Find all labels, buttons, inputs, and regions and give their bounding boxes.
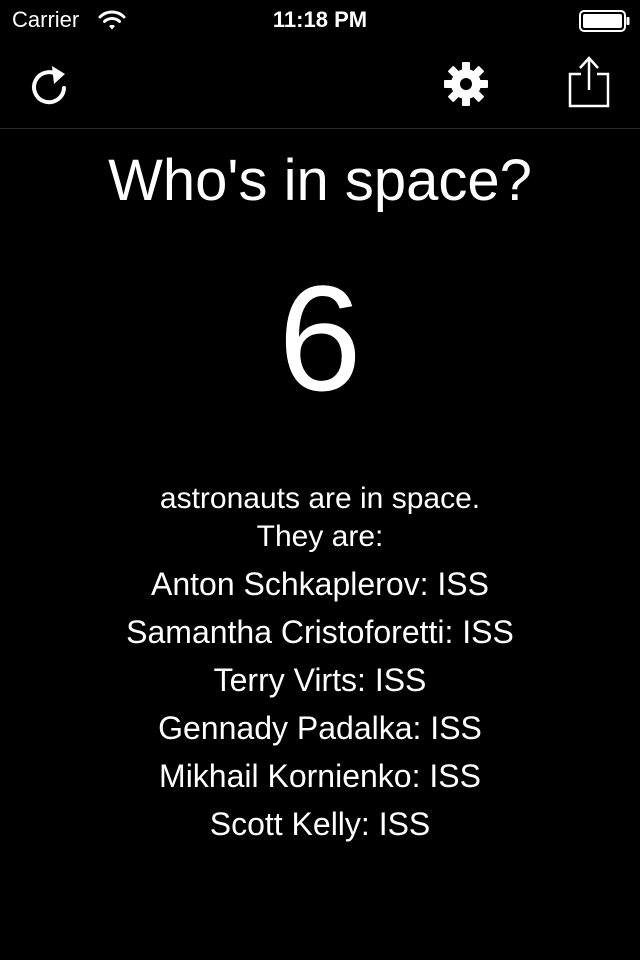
page-title: Who's in space?: [108, 148, 532, 213]
refresh-icon: [32, 66, 66, 105]
status-time: 11:18 PM: [272, 7, 368, 32]
status-bar: Carrier 11:18 PM: [0, 0, 640, 40]
description-line-2: They are:: [256, 520, 384, 553]
list-item: Gennady Padalka: ISS: [158, 710, 482, 746]
share-button[interactable]: [566, 54, 612, 110]
description: astronauts are in space. They are:: [0, 480, 640, 556]
list-item: Anton Schkaplerov: ISS: [151, 566, 489, 602]
astronaut-count: 6: [278, 254, 362, 422]
refresh-button[interactable]: [28, 60, 72, 108]
list-item: Mikhail Kornienko: ISS: [159, 758, 481, 794]
share-icon: [568, 56, 610, 108]
description-line-1: astronauts are in space.: [159, 482, 481, 515]
navigation-bar: [0, 40, 640, 129]
list-item: Samantha Cristoforetti: ISS: [126, 614, 514, 650]
settings-button[interactable]: [440, 58, 492, 110]
list-item: Terry Virts: ISS: [213, 662, 427, 698]
astronaut-list: Anton Schkaplerov: ISS Samantha Cristofo…: [0, 566, 640, 854]
battery-icon: [579, 10, 630, 32]
list-item: Scott Kelly: ISS: [209, 806, 431, 842]
gear-icon: [444, 62, 488, 106]
